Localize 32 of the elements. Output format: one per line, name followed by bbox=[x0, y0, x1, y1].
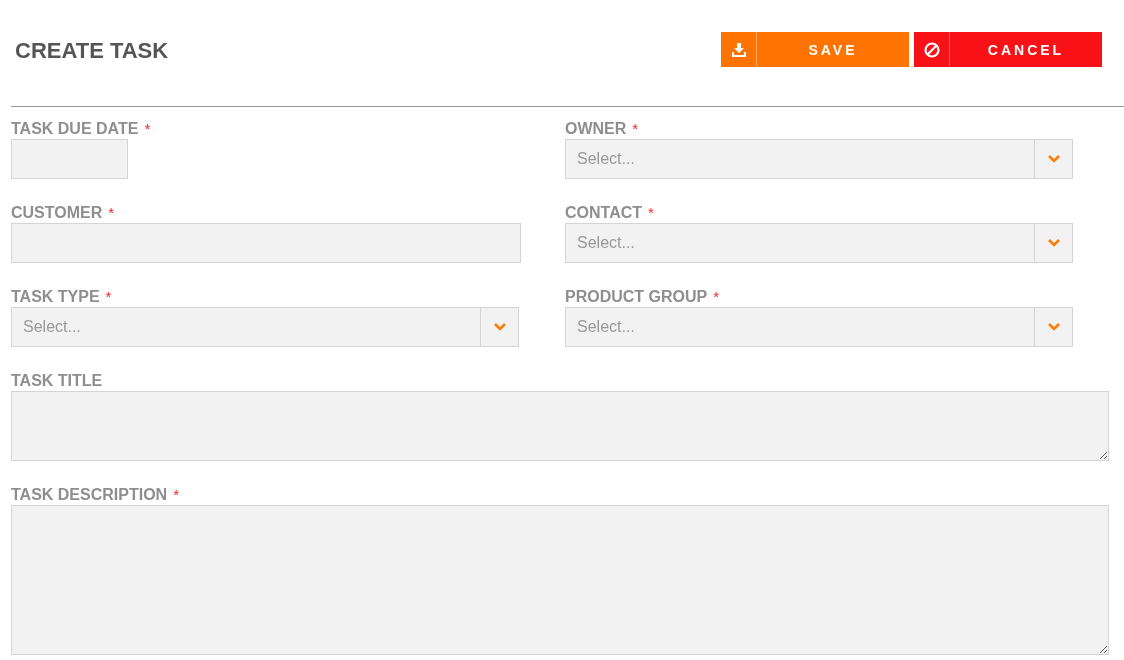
field-label: TASK DESCRIPTION bbox=[11, 485, 168, 504]
field-label: OWNER bbox=[565, 119, 627, 138]
text-area[interactable] bbox=[11, 505, 1109, 655]
chevron-down-icon bbox=[1047, 239, 1060, 247]
chevron-down-icon bbox=[1047, 155, 1060, 163]
required-mark: * bbox=[144, 120, 151, 137]
date-field[interactable] bbox=[11, 139, 128, 179]
required-mark: * bbox=[105, 288, 112, 305]
select-dropdown[interactable]: Select... bbox=[565, 307, 1073, 347]
required-mark: * bbox=[173, 486, 179, 503]
field-label: CONTACT bbox=[565, 203, 643, 222]
select-dropdown[interactable]: Select... bbox=[11, 307, 519, 347]
required-mark: * bbox=[108, 204, 115, 221]
page-title: CREATE TASK bbox=[15, 38, 169, 64]
required-mark: * bbox=[648, 204, 654, 221]
field-label: TASK TITLE bbox=[11, 371, 103, 390]
field-label: TASK DUE DATE bbox=[11, 119, 139, 138]
field-label: TASK TYPE bbox=[11, 287, 100, 306]
required-mark: * bbox=[632, 120, 639, 137]
select-dropdown[interactable]: Select... bbox=[565, 139, 1073, 179]
download-icon bbox=[731, 42, 746, 57]
field-label: PRODUCT GROUP bbox=[565, 287, 708, 306]
required-mark: * bbox=[713, 288, 720, 305]
field-label: CUSTOMER bbox=[11, 203, 103, 222]
prohibited-icon bbox=[923, 41, 940, 58]
select-dropdown[interactable]: Select... bbox=[565, 223, 1073, 263]
chevron-down-icon bbox=[1047, 323, 1060, 331]
text-field[interactable] bbox=[11, 223, 521, 263]
chevron-down-icon bbox=[493, 323, 506, 331]
text-area[interactable] bbox=[11, 391, 1109, 461]
save-button[interactable]: SAVE bbox=[721, 32, 909, 67]
cancel-button[interactable]: CANCEL bbox=[914, 32, 1102, 67]
